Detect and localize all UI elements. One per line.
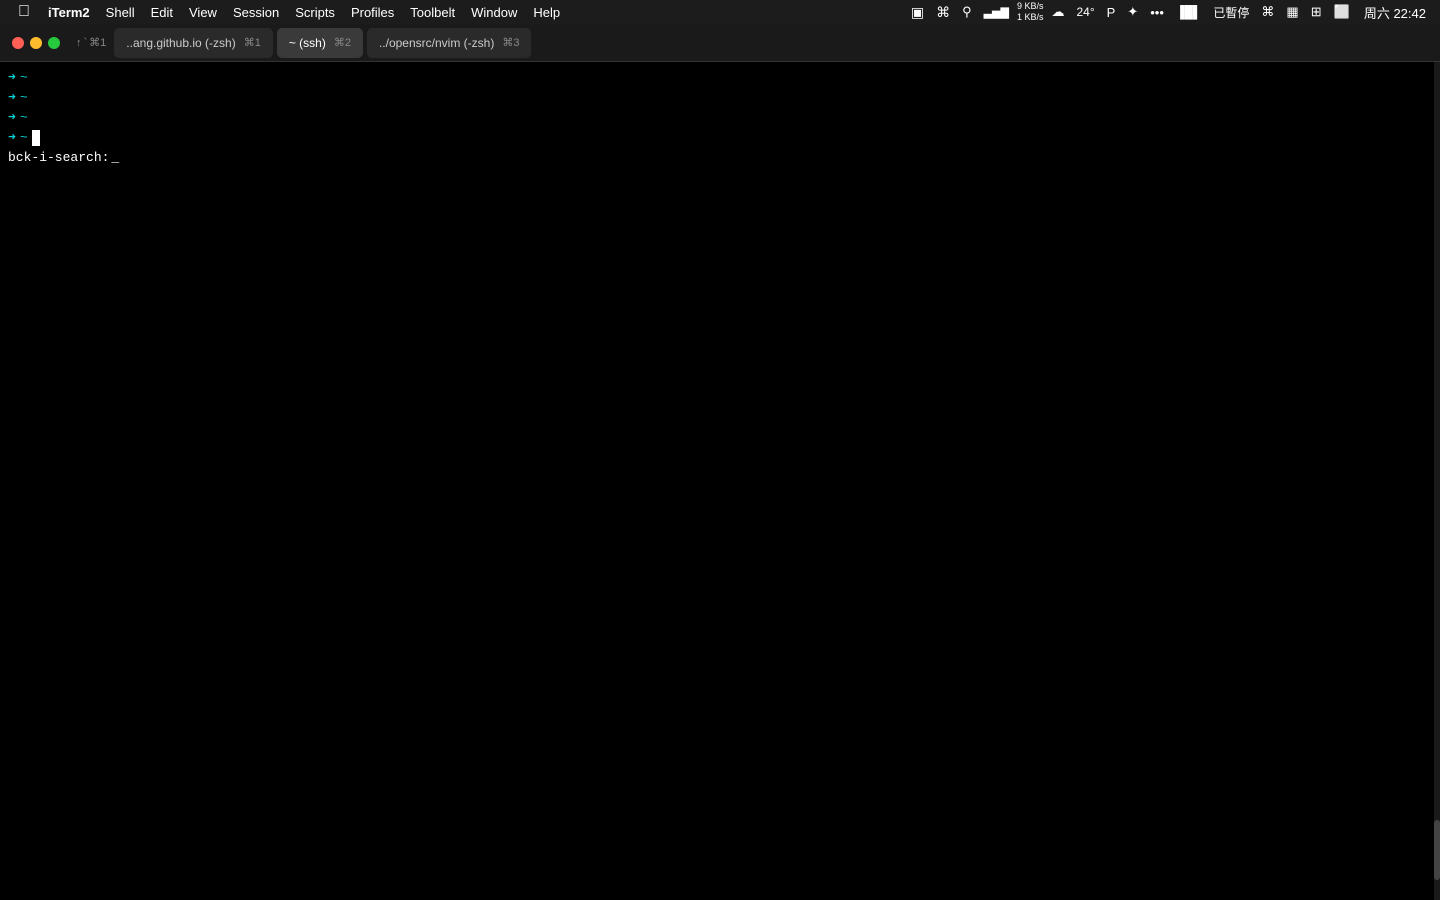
- magnify-icon: ⚲: [958, 4, 976, 20]
- menu-shell[interactable]: Shell: [98, 0, 143, 24]
- tab-bar: ↑`⌘1 ..ang.github.io (-zsh) ⌘1 ~ (ssh) ⌘…: [0, 24, 1440, 62]
- p-icon: P: [1103, 5, 1120, 20]
- prompt-tilde-1: ~: [20, 68, 28, 88]
- weather-icon: ☁: [1048, 4, 1069, 20]
- menu-iterm2[interactable]: iTerm2: [40, 0, 98, 24]
- datetime-display: 周六 22:42: [1358, 3, 1432, 22]
- menu-scripts[interactable]: Scripts: [287, 0, 343, 24]
- prompt-arrow-4: ➜: [8, 128, 16, 148]
- close-button[interactable]: [12, 37, 24, 49]
- bluetooth-icon: ✦: [1123, 4, 1142, 20]
- terminal-line-2: ➜ ~: [8, 88, 1432, 108]
- cursor: [32, 130, 40, 146]
- tab-2-title: ~ (ssh): [289, 36, 326, 50]
- tab-3[interactable]: ../opensrc/nvim (-zsh) ⌘3: [367, 28, 531, 58]
- terminal-line-4: ➜ ~: [8, 128, 1432, 148]
- menu-session[interactable]: Session: [225, 0, 287, 24]
- status-bar: ▣ ⌘ ⚲ ▃▅▇ 9 KB/s 1 KB/s ☁ 24° P ✦ ••• ▐█…: [907, 1, 1432, 23]
- display-icon: ▦: [1282, 4, 1302, 20]
- maximize-button[interactable]: [48, 37, 60, 49]
- prompt-arrow-2: ➜: [8, 88, 16, 108]
- prompt-tilde-2: ~: [20, 88, 28, 108]
- tab-2[interactable]: ~ (ssh) ⌘2: [277, 28, 363, 58]
- bck-search-cursor: _: [111, 148, 119, 168]
- network-stats: 9 KB/s 1 KB/s: [1017, 1, 1044, 23]
- tab-2-shortcut: ⌘2: [334, 36, 351, 49]
- apple-menu[interactable]: : [8, 0, 40, 24]
- traffic-lights: [4, 37, 68, 49]
- menu-toolbelt[interactable]: Toolbelt: [402, 0, 463, 24]
- tab-1[interactable]: ..ang.github.io (-zsh) ⌘1: [114, 28, 273, 58]
- prompt-tilde-4: ~: [20, 128, 28, 148]
- minimize-button[interactable]: [30, 37, 42, 49]
- bck-search-label: bck-i-search:: [8, 148, 109, 168]
- tab-1-shortcut: ⌘1: [244, 36, 261, 49]
- ime-status: 已暫停: [1209, 4, 1253, 21]
- terminal-area[interactable]: ➜ ~ ➜ ~ ➜ ~ ➜ ~ bck-i-search: _: [0, 62, 1440, 900]
- iterm2-status-icon: ▣: [907, 4, 928, 21]
- tab-3-shortcut: ⌘3: [502, 36, 519, 49]
- control-center-icon: ⊞: [1307, 4, 1326, 20]
- tab-3-title: ../opensrc/nvim (-zsh): [379, 36, 494, 50]
- menu-window[interactable]: Window: [463, 0, 525, 24]
- prompt-arrow-1: ➜: [8, 68, 16, 88]
- menu-profiles[interactable]: Profiles: [343, 0, 402, 24]
- tab-1-title: ..ang.github.io (-zsh): [126, 36, 235, 50]
- terminal-line-3: ➜ ~: [8, 108, 1432, 128]
- menu-view[interactable]: View: [181, 0, 225, 24]
- battery-icon: ▐█▌: [1172, 5, 1206, 19]
- temperature: 24°: [1073, 5, 1099, 19]
- bck-search-line: bck-i-search: _: [8, 148, 1432, 168]
- wechat-icon: ⌘: [932, 4, 954, 21]
- dots-menu[interactable]: •••: [1146, 5, 1168, 20]
- menu-edit[interactable]: Edit: [143, 0, 181, 24]
- network-bars-icon: ▃▅▇: [980, 6, 1013, 19]
- scrollbar[interactable]: [1434, 62, 1440, 900]
- menu-bar:  iTerm2 Shell Edit View Session Scripts…: [0, 0, 1440, 24]
- prompt-tilde-3: ~: [20, 108, 28, 128]
- prompt-arrow-3: ➜: [8, 108, 16, 128]
- menu-help[interactable]: Help: [525, 0, 568, 24]
- scrollbar-thumb[interactable]: [1434, 820, 1440, 880]
- wifi-icon: ⌘: [1257, 4, 1278, 20]
- window-shortcut: ↑`⌘1: [72, 36, 110, 49]
- terminal-line-1: ➜ ~: [8, 68, 1432, 88]
- misc-icon: ⬜: [1330, 4, 1354, 20]
